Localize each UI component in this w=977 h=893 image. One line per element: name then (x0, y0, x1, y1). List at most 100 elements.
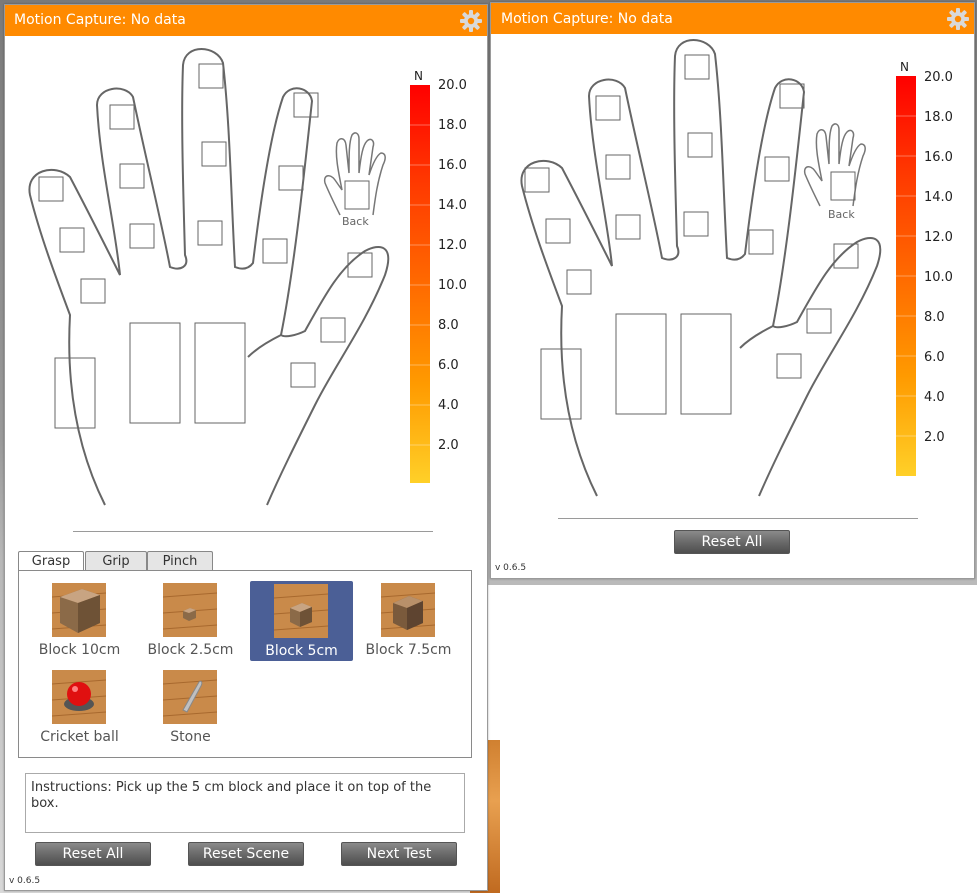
sensor-pad (764, 156, 790, 182)
back-hand-thumbnail (803, 123, 866, 207)
version-label: v 0.6.5 (495, 563, 527, 573)
palm-sensor-pad (129, 322, 181, 424)
sensor-pad (320, 317, 346, 343)
sensor-pad (595, 95, 621, 121)
sensor-pad (119, 163, 145, 189)
palm-sensor-pad (680, 313, 732, 415)
object-label: Cricket ball (40, 729, 119, 745)
divider (73, 531, 433, 532)
scale-tick: 2.0 (438, 438, 459, 453)
object-block-2-5cm[interactable]: Block 2.5cm (139, 580, 242, 660)
scale-tick: 18.0 (438, 118, 467, 133)
object-stone[interactable]: Stone (139, 667, 242, 747)
scale-tick: 14.0 (924, 190, 953, 205)
sensor-pad (262, 238, 288, 264)
right-motion-capture-panel: Motion Capture: No data Back N 20.0 18.0… (490, 2, 975, 579)
tab-label: Grasp (31, 554, 71, 569)
reset-all-button[interactable]: Reset All (674, 530, 790, 554)
scale-tick: 12.0 (438, 238, 467, 253)
tab-pinch[interactable]: Pinch (147, 551, 213, 571)
sensor-pad (684, 54, 710, 80)
sensor-pad (109, 104, 135, 130)
sensor-pad (605, 154, 631, 180)
version-label: v 0.6.5 (9, 876, 41, 886)
tab-grip[interactable]: Grip (85, 551, 147, 571)
block-small-icon (163, 583, 217, 637)
object-block-10cm[interactable]: Block 10cm (28, 580, 131, 660)
object-label: Block 7.5cm (365, 642, 452, 658)
tab-label: Grip (102, 554, 130, 569)
scale-tick: 20.0 (438, 78, 467, 93)
object-label: Block 10cm (38, 642, 121, 658)
block-medium-large-icon (381, 583, 435, 637)
scale-tick: 10.0 (924, 270, 953, 285)
sensor-pad (545, 218, 571, 244)
sensor-pad (687, 132, 713, 158)
object-label: Stone (170, 729, 211, 745)
object-block-5cm[interactable]: Block 5cm (250, 581, 353, 661)
sensor-pad (278, 165, 304, 191)
hand-outline (520, 39, 882, 497)
scale-tick: 20.0 (924, 70, 953, 85)
scale-tick: 10.0 (438, 278, 467, 293)
instructions-text: Instructions: Pick up the 5 cm block and… (31, 780, 432, 811)
sensor-pad (347, 252, 373, 278)
back-label: Back (342, 215, 369, 228)
sensor-pad (806, 308, 832, 334)
cricket-ball-icon (52, 670, 106, 724)
object-cricket-ball[interactable]: Cricket ball (28, 667, 131, 747)
back-sensor-pad (830, 171, 856, 201)
tab-grasp[interactable]: Grasp (18, 551, 84, 572)
object-label: Block 5cm (265, 643, 338, 659)
sensor-pad (198, 63, 224, 89)
sensor-pad (290, 362, 316, 388)
scale-tick: 14.0 (438, 198, 467, 213)
sensor-pad (197, 220, 223, 246)
sensor-pad (779, 83, 805, 109)
reset-scene-button[interactable]: Reset Scene (188, 842, 304, 866)
reset-all-button[interactable]: Reset All (35, 842, 151, 866)
sensor-pad (59, 227, 85, 253)
sensor-pad (615, 214, 641, 240)
next-test-button[interactable]: Next Test (341, 842, 457, 866)
back-label: Back (828, 208, 855, 221)
scale-tick: 8.0 (924, 310, 945, 325)
sensor-pad (566, 269, 592, 295)
scale-tick: 8.0 (438, 318, 459, 333)
left-motion-capture-panel: Motion Capture: No data Back N 20.0 18.0… (4, 4, 488, 891)
back-sensor-pad (344, 180, 370, 210)
object-block-7-5cm[interactable]: Block 7.5cm (357, 580, 460, 660)
sensor-pad (129, 223, 155, 249)
button-label: Next Test (366, 846, 432, 862)
sensor-pad (201, 141, 227, 167)
scale-tick: 16.0 (924, 150, 953, 165)
palm-sensor-pad (194, 322, 246, 424)
scale-tick: 16.0 (438, 158, 467, 173)
palm-crease (739, 325, 774, 349)
button-label: Reset Scene (202, 846, 290, 862)
sensor-pad (748, 229, 774, 255)
scale-unit: N (414, 69, 423, 83)
background-area (488, 585, 977, 893)
sensor-pad (524, 167, 550, 193)
divider (558, 518, 918, 519)
object-label: Block 2.5cm (147, 642, 234, 658)
stone-icon (163, 670, 217, 724)
scale-tick: 12.0 (924, 230, 953, 245)
scale-tick: 4.0 (924, 390, 945, 405)
scale-bar (410, 85, 430, 483)
scale-tick: 18.0 (924, 110, 953, 125)
sensor-pad (80, 278, 106, 304)
button-label: Reset All (62, 846, 124, 862)
block-medium-icon (274, 584, 328, 638)
sensor-pad (833, 243, 859, 269)
scale-tick: 2.0 (924, 430, 945, 445)
instructions-box: Instructions: Pick up the 5 cm block and… (25, 773, 465, 833)
tab-label: Pinch (162, 554, 198, 569)
scale-tick: 4.0 (438, 398, 459, 413)
sensor-pad (683, 211, 709, 237)
hand-outline (28, 48, 390, 506)
sensor-pad (776, 353, 802, 379)
scale-tick: 6.0 (438, 358, 459, 373)
button-label: Reset All (701, 534, 763, 550)
